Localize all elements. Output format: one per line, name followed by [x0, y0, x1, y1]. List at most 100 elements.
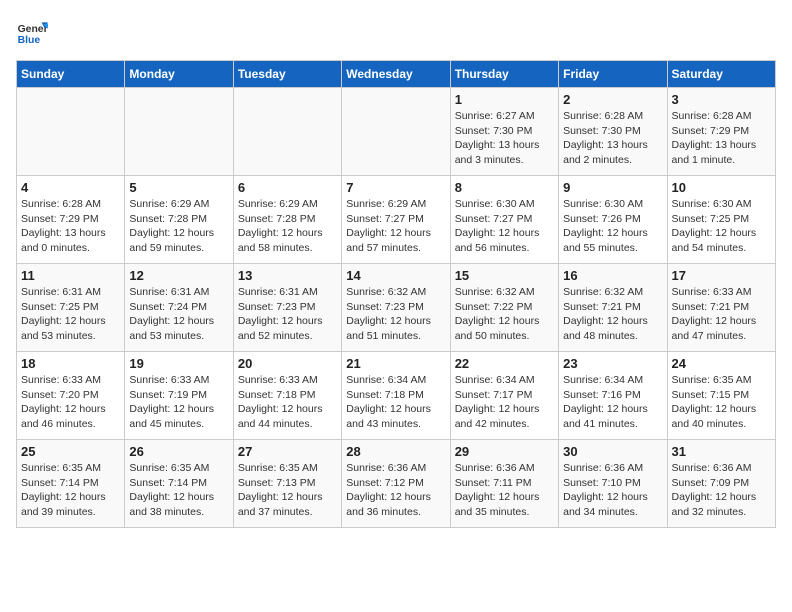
- day-info: Sunrise: 6:35 AMSunset: 7:13 PMDaylight:…: [238, 461, 337, 520]
- day-info: Sunrise: 6:33 AMSunset: 7:20 PMDaylight:…: [21, 373, 120, 432]
- calendar-cell: 19 Sunrise: 6:33 AMSunset: 7:19 PMDayligh…: [125, 352, 233, 440]
- calendar-week-row: 25 Sunrise: 6:35 AMSunset: 7:14 PMDayligh…: [17, 440, 776, 528]
- day-info: Sunrise: 6:30 AMSunset: 7:26 PMDaylight:…: [563, 197, 662, 256]
- calendar-cell: 6 Sunrise: 6:29 AMSunset: 7:28 PMDaylight…: [233, 176, 341, 264]
- svg-text:Blue: Blue: [18, 35, 41, 46]
- day-of-week-header: Saturday: [667, 61, 775, 88]
- day-number: 14: [346, 268, 445, 283]
- calendar-cell: 12 Sunrise: 6:31 AMSunset: 7:24 PMDayligh…: [125, 264, 233, 352]
- calendar-cell: 4 Sunrise: 6:28 AMSunset: 7:29 PMDaylight…: [17, 176, 125, 264]
- day-info: Sunrise: 6:35 AMSunset: 7:14 PMDaylight:…: [21, 461, 120, 520]
- day-number: 7: [346, 180, 445, 195]
- day-number: 11: [21, 268, 120, 283]
- calendar-cell: 30 Sunrise: 6:36 AMSunset: 7:10 PMDayligh…: [559, 440, 667, 528]
- day-info: Sunrise: 6:35 AMSunset: 7:15 PMDaylight:…: [672, 373, 771, 432]
- calendar-cell: 18 Sunrise: 6:33 AMSunset: 7:20 PMDayligh…: [17, 352, 125, 440]
- day-number: 17: [672, 268, 771, 283]
- day-number: 31: [672, 444, 771, 459]
- day-info: Sunrise: 6:36 AMSunset: 7:09 PMDaylight:…: [672, 461, 771, 520]
- day-info: Sunrise: 6:34 AMSunset: 7:18 PMDaylight:…: [346, 373, 445, 432]
- day-number: 5: [129, 180, 228, 195]
- calendar-cell: 9 Sunrise: 6:30 AMSunset: 7:26 PMDaylight…: [559, 176, 667, 264]
- day-number: 29: [455, 444, 554, 459]
- day-info: Sunrise: 6:28 AMSunset: 7:30 PMDaylight:…: [563, 109, 662, 168]
- calendar-week-row: 18 Sunrise: 6:33 AMSunset: 7:20 PMDayligh…: [17, 352, 776, 440]
- calendar-week-row: 1 Sunrise: 6:27 AMSunset: 7:30 PMDaylight…: [17, 88, 776, 176]
- calendar-cell: 5 Sunrise: 6:29 AMSunset: 7:28 PMDaylight…: [125, 176, 233, 264]
- day-number: 9: [563, 180, 662, 195]
- calendar-cell: 23Sunrise: 6:34 AMSunset: 7:16 PMDayligh…: [559, 352, 667, 440]
- calendar-cell: 2 Sunrise: 6:28 AMSunset: 7:30 PMDaylight…: [559, 88, 667, 176]
- day-info: Sunrise: 6:36 AMSunset: 7:10 PMDaylight:…: [563, 461, 662, 520]
- calendar-cell: 24 Sunrise: 6:35 AMSunset: 7:15 PMDayligh…: [667, 352, 775, 440]
- calendar-week-row: 11 Sunrise: 6:31 AMSunset: 7:25 PMDayligh…: [17, 264, 776, 352]
- calendar-table: SundayMondayTuesdayWednesdayThursdayFrid…: [16, 60, 776, 528]
- day-number: 6: [238, 180, 337, 195]
- calendar-cell: 13Sunrise: 6:31 AMSunset: 7:23 PMDayligh…: [233, 264, 341, 352]
- calendar-cell: [125, 88, 233, 176]
- day-number: 25: [21, 444, 120, 459]
- calendar-cell: 29 Sunrise: 6:36 AMSunset: 7:11 PMDayligh…: [450, 440, 558, 528]
- day-number: 30: [563, 444, 662, 459]
- day-info: Sunrise: 6:35 AMSunset: 7:14 PMDaylight:…: [129, 461, 228, 520]
- day-number: 24: [672, 356, 771, 371]
- day-info: Sunrise: 6:32 AMSunset: 7:23 PMDaylight:…: [346, 285, 445, 344]
- calendar-header-row: SundayMondayTuesdayWednesdayThursdayFrid…: [17, 61, 776, 88]
- day-number: 4: [21, 180, 120, 195]
- calendar-cell: 22 Sunrise: 6:34 AMSunset: 7:17 PMDayligh…: [450, 352, 558, 440]
- day-info: Sunrise: 6:28 AMSunset: 7:29 PMDaylight:…: [21, 197, 120, 256]
- day-number: 20: [238, 356, 337, 371]
- day-info: Sunrise: 6:29 AMSunset: 7:28 PMDaylight:…: [129, 197, 228, 256]
- day-info: Sunrise: 6:28 AMSunset: 7:29 PMDaylight:…: [672, 109, 771, 168]
- calendar-cell: 1 Sunrise: 6:27 AMSunset: 7:30 PMDaylight…: [450, 88, 558, 176]
- day-of-week-header: Monday: [125, 61, 233, 88]
- day-info: Sunrise: 6:36 AMSunset: 7:11 PMDaylight:…: [455, 461, 554, 520]
- calendar-cell: 14 Sunrise: 6:32 AMSunset: 7:23 PMDayligh…: [342, 264, 450, 352]
- calendar-cell: 11 Sunrise: 6:31 AMSunset: 7:25 PMDayligh…: [17, 264, 125, 352]
- day-number: 1: [455, 92, 554, 107]
- day-number: 28: [346, 444, 445, 459]
- day-number: 16: [563, 268, 662, 283]
- day-of-week-header: Friday: [559, 61, 667, 88]
- day-info: Sunrise: 6:30 AMSunset: 7:25 PMDaylight:…: [672, 197, 771, 256]
- day-number: 21: [346, 356, 445, 371]
- calendar-cell: 26 Sunrise: 6:35 AMSunset: 7:14 PMDayligh…: [125, 440, 233, 528]
- calendar-cell: 21 Sunrise: 6:34 AMSunset: 7:18 PMDayligh…: [342, 352, 450, 440]
- calendar-cell: 16 Sunrise: 6:32 AMSunset: 7:21 PMDayligh…: [559, 264, 667, 352]
- calendar-cell: 7Sunrise: 6:29 AMSunset: 7:27 PMDaylight…: [342, 176, 450, 264]
- day-info: Sunrise: 6:31 AMSunset: 7:24 PMDaylight:…: [129, 285, 228, 344]
- day-number: 15: [455, 268, 554, 283]
- calendar-cell: 10 Sunrise: 6:30 AMSunset: 7:25 PMDayligh…: [667, 176, 775, 264]
- calendar-cell: 25 Sunrise: 6:35 AMSunset: 7:14 PMDayligh…: [17, 440, 125, 528]
- day-number: 2: [563, 92, 662, 107]
- day-info: Sunrise: 6:33 AMSunset: 7:21 PMDaylight:…: [672, 285, 771, 344]
- day-info: Sunrise: 6:27 AMSunset: 7:30 PMDaylight:…: [455, 109, 554, 168]
- calendar-cell: 17 Sunrise: 6:33 AMSunset: 7:21 PMDayligh…: [667, 264, 775, 352]
- logo: General Blue: [16, 16, 52, 48]
- day-of-week-header: Thursday: [450, 61, 558, 88]
- day-number: 26: [129, 444, 228, 459]
- day-info: Sunrise: 6:32 AMSunset: 7:22 PMDaylight:…: [455, 285, 554, 344]
- day-info: Sunrise: 6:32 AMSunset: 7:21 PMDaylight:…: [563, 285, 662, 344]
- day-info: Sunrise: 6:31 AMSunset: 7:25 PMDaylight:…: [21, 285, 120, 344]
- day-number: 23: [563, 356, 662, 371]
- day-info: Sunrise: 6:34 AMSunset: 7:17 PMDaylight:…: [455, 373, 554, 432]
- calendar-cell: [17, 88, 125, 176]
- day-number: 27: [238, 444, 337, 459]
- day-number: 22: [455, 356, 554, 371]
- day-info: Sunrise: 6:31 AMSunset: 7:23 PMDaylight:…: [238, 285, 337, 344]
- day-info: Sunrise: 6:33 AMSunset: 7:19 PMDaylight:…: [129, 373, 228, 432]
- calendar-cell: 27 Sunrise: 6:35 AMSunset: 7:13 PMDayligh…: [233, 440, 341, 528]
- calendar-week-row: 4 Sunrise: 6:28 AMSunset: 7:29 PMDaylight…: [17, 176, 776, 264]
- day-number: 18: [21, 356, 120, 371]
- day-of-week-header: Wednesday: [342, 61, 450, 88]
- calendar-cell: 20 Sunrise: 6:33 AMSunset: 7:18 PMDayligh…: [233, 352, 341, 440]
- day-info: Sunrise: 6:29 AMSunset: 7:28 PMDaylight:…: [238, 197, 337, 256]
- day-number: 10: [672, 180, 771, 195]
- day-number: 8: [455, 180, 554, 195]
- day-info: Sunrise: 6:33 AMSunset: 7:18 PMDaylight:…: [238, 373, 337, 432]
- day-info: Sunrise: 6:30 AMSunset: 7:27 PMDaylight:…: [455, 197, 554, 256]
- day-number: 19: [129, 356, 228, 371]
- day-of-week-header: Sunday: [17, 61, 125, 88]
- day-number: 12: [129, 268, 228, 283]
